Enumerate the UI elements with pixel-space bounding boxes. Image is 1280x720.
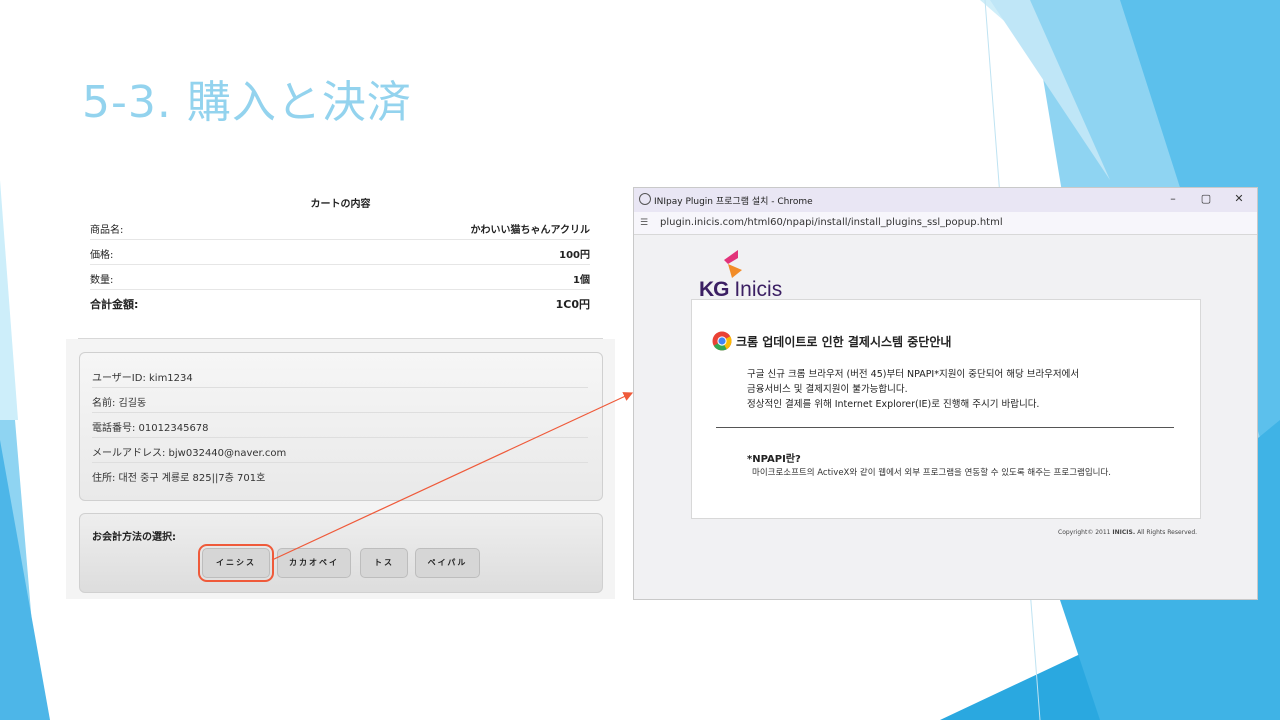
cart-row-label: 商品名: [90, 225, 124, 236]
cart-row-product: 商品名: かわいい猫ちゃんアクリル [90, 215, 590, 240]
copyright-text: Copyright© 2011 INICIS. All Rights Reser… [1058, 529, 1197, 536]
user-id: ユーザーID: kim1234 [92, 373, 193, 384]
cart-row-price: 価格: 100円 [90, 240, 590, 265]
logo-brand: Inicis [734, 278, 783, 301]
cart-row-value: 100円 [559, 250, 590, 261]
chrome-popup-screenshot: INIpay Plugin 프로그램 설치 - Chrome – ▢ ✕ ☰ p… [633, 187, 1258, 600]
user-email: メールアドレス: bjw032440@naver.com [92, 448, 287, 459]
slide-title: 5-3. 購入と決済 [82, 77, 412, 128]
npapi-description: 마이크로소프트의 ActiveX와 같이 웹에서 외부 프로그램을 연동할 수 … [752, 468, 1112, 478]
pay-inicis-button[interactable]: イニシス [198, 544, 274, 582]
cart-row-quantity: 数量: 1個 [90, 265, 590, 290]
copyright-brand: INICIS. [1112, 529, 1136, 536]
site-settings-icon[interactable]: ☰ [640, 218, 648, 228]
cart-row-value: かわいい猫ちゃんアクリル [470, 225, 591, 236]
user-phone: 電話番号: 01012345678 [92, 423, 209, 434]
user-id-row: ユーザーID: kim1234 [92, 363, 588, 388]
user-phone-row: 電話番号: 01012345678 [92, 413, 588, 438]
npapi-heading: *NPAPI란? [747, 454, 801, 465]
logo-kg: KG [699, 278, 729, 301]
pay-paypal-button[interactable]: ペイパル [415, 548, 480, 578]
payment-method-title: お会計方法の選択: [92, 532, 176, 543]
url-text[interactable]: plugin.inicis.com/html60/npapi/install/i… [660, 217, 1003, 228]
user-name: 名前: 김길동 [92, 398, 147, 409]
chrome-icon [712, 331, 732, 351]
divider [716, 427, 1174, 428]
total-label: 合計金額: [90, 298, 139, 311]
pay-toss-button[interactable]: トス [360, 548, 408, 578]
window-title: INIpay Plugin 프로그램 설치 - Chrome [654, 197, 813, 207]
cart-row-label: 価格: [90, 250, 114, 261]
user-address-row: 住所: 대전 중구 계룡로 825||7층 701호 [92, 463, 588, 487]
cart-screenshot: カートの内容 商品名: かわいい猫ちゃんアクリル 価格: 100円 数量: 1個… [66, 187, 615, 599]
notice-line-3: 정상적인 결제를 위해 Internet Explorer(IE)로 진행해 주… [747, 399, 1040, 410]
minimize-icon[interactable]: – [1166, 192, 1180, 206]
user-info-panel: ユーザーID: kim1234 名前: 김길동 電話番号: 0101234567… [79, 352, 603, 501]
divider [78, 338, 603, 339]
total-value: 1C0円 [555, 298, 590, 311]
cart-row-label: 数量: [90, 275, 114, 286]
pay-kakaopay-button[interactable]: カカオペイ [277, 548, 351, 578]
close-icon[interactable]: ✕ [1232, 192, 1246, 206]
maximize-icon[interactable]: ▢ [1199, 192, 1213, 206]
cart-row-total: 合計金額: 1C0円 [90, 290, 590, 314]
notice-line-1: 구글 신규 크롬 브라우저 (버전 45)부터 NPAPI*지원이 중단되어 해… [747, 369, 1080, 380]
notice-line-2: 금융서비스 및 결제지원이 불가능합니다. [747, 384, 908, 395]
cart-heading: カートの内容 [310, 199, 371, 210]
address-bar[interactable]: ☰ plugin.inicis.com/html60/npapi/install… [634, 212, 1257, 235]
inicis-logo-mark-icon [724, 250, 742, 278]
user-name-row: 名前: 김길동 [92, 388, 588, 413]
window-titlebar: INIpay Plugin 프로그램 설치 - Chrome – ▢ ✕ [634, 188, 1257, 212]
copyright-suffix: All Rights Reserved. [1137, 529, 1198, 536]
cart-summary-panel: カートの内容 商品名: かわいい猫ちゃんアクリル 価格: 100円 数量: 1個… [66, 187, 615, 339]
notice-heading-text: 크롬 업데이트로 인한 결제시스템 중단안내 [736, 335, 952, 349]
globe-icon [639, 193, 651, 205]
notice-content-box: 크롬 업데이트로 인한 결제시스템 중단안내 구글 신규 크롬 브라우저 (버전… [691, 299, 1201, 519]
payment-method-panel: お会計方法の選択: イニシス カカオペイ トス ペイパル [79, 513, 603, 593]
user-email-row: メールアドレス: bjw032440@naver.com [92, 438, 588, 463]
cart-row-value: 1個 [573, 275, 590, 286]
user-address: 住所: 대전 중구 계룡로 825||7층 701호 [92, 473, 266, 484]
copyright-prefix: Copyright© 2011 [1058, 529, 1111, 536]
notice-heading: 크롬 업데이트로 인한 결제시스템 중단안내 [712, 331, 952, 351]
